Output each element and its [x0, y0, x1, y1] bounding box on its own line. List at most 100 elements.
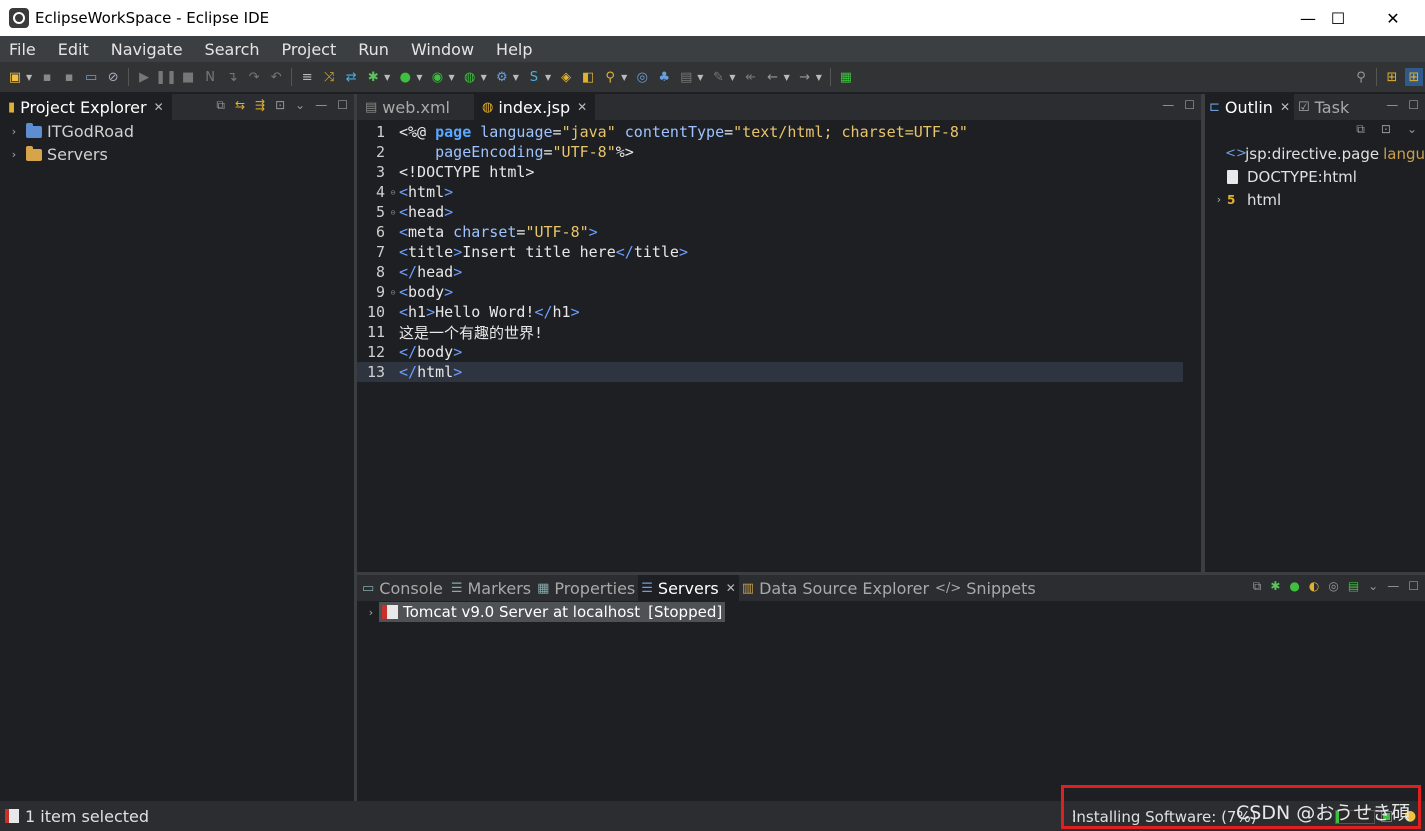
- step-into-icon[interactable]: ↴: [223, 68, 241, 86]
- save-icon[interactable]: ▪: [38, 68, 56, 86]
- minimize-view-icon[interactable]: —: [1162, 98, 1174, 112]
- forward-dropdown-icon[interactable]: ▼: [816, 73, 822, 82]
- save-all-icon[interactable]: ▪: [60, 68, 78, 86]
- server-selection[interactable]: Tomcat v9.0 Server at localhost [Stopped…: [379, 602, 726, 622]
- deploy-icon[interactable]: ♣: [655, 68, 673, 86]
- profile-server-icon[interactable]: ◐: [1309, 579, 1319, 594]
- disconnect-icon[interactable]: N: [201, 68, 219, 86]
- debug-icon[interactable]: ✱: [364, 68, 382, 86]
- tab-web-xml[interactable]: ▤ web.xml: [357, 94, 458, 120]
- menu-file[interactable]: File: [0, 40, 49, 59]
- tab-markers[interactable]: ☰ Markers: [448, 575, 534, 601]
- web-browser-icon[interactable]: ◎: [633, 68, 651, 86]
- tab-console[interactable]: ▭ Console: [357, 575, 448, 601]
- toggle-view-icon[interactable]: ≡: [298, 68, 316, 86]
- maximize-view-icon[interactable]: ☐: [1408, 98, 1419, 112]
- maximize-view-icon[interactable]: ☐: [337, 98, 348, 113]
- menu-run[interactable]: Run: [349, 40, 402, 59]
- tree-item-servers[interactable]: › Servers: [6, 143, 354, 166]
- run-icon[interactable]: ●: [396, 68, 414, 86]
- debug-dropdown-icon[interactable]: ▼: [384, 73, 390, 82]
- terminate-icon[interactable]: ■: [179, 68, 197, 86]
- new-icon[interactable]: ▣: [6, 68, 24, 86]
- server-row[interactable]: › Tomcat v9.0 Server at localhost [Stopp…: [363, 601, 1425, 623]
- menu-edit[interactable]: Edit: [49, 40, 102, 59]
- outline-item-html[interactable]: › 5 html: [1211, 188, 1425, 211]
- forward-icon[interactable]: →: [796, 68, 814, 86]
- refactor-icon[interactable]: ⤨: [320, 68, 338, 86]
- step-return-icon[interactable]: ↶: [267, 68, 285, 86]
- close-tab-icon[interactable]: ✕: [726, 581, 736, 595]
- close-tab-icon[interactable]: ✕: [577, 100, 587, 114]
- progress-label[interactable]: Installing Software: (7%): [1072, 808, 1257, 826]
- new-server-icon[interactable]: ⚙: [493, 68, 511, 86]
- code-area[interactable]: 1 <%@ page language="java" contentType="t…: [357, 122, 1183, 382]
- minimize-view-icon[interactable]: —: [315, 98, 327, 113]
- chevron-right-icon[interactable]: ›: [1211, 193, 1227, 206]
- back-icon[interactable]: ←: [764, 68, 782, 86]
- maximize-view-icon[interactable]: ☐: [1408, 579, 1419, 594]
- run-dropdown-icon[interactable]: ▼: [416, 73, 422, 82]
- minimize-view-icon[interactable]: —: [1387, 579, 1399, 594]
- menu-project[interactable]: Project: [273, 40, 350, 59]
- step-over-icon[interactable]: ↷: [245, 68, 263, 86]
- close-button[interactable]: ✕: [1370, 0, 1416, 36]
- pin-icon[interactable]: ✎: [709, 68, 727, 86]
- start-server-icon[interactable]: ●: [1289, 579, 1299, 594]
- coverage-icon[interactable]: ⇄: [342, 68, 360, 86]
- focus-icon[interactable]: ⊡: [275, 98, 285, 113]
- menu-search[interactable]: Search: [196, 40, 273, 59]
- view-menu-icon[interactable]: ⌄: [1368, 579, 1378, 594]
- menu-window[interactable]: Window: [402, 40, 487, 59]
- run-last-icon[interactable]: ◉: [428, 68, 446, 86]
- fold-toggle-icon[interactable]: ⊖: [387, 188, 399, 197]
- open-task-icon[interactable]: ◧: [579, 68, 597, 86]
- close-tab-icon[interactable]: ✕: [1280, 100, 1290, 114]
- view-menu-icon[interactable]: ⌄: [1407, 122, 1417, 137]
- stop-server-icon[interactable]: ◎: [1328, 579, 1338, 594]
- run-last-dropdown-icon[interactable]: ▼: [448, 73, 454, 82]
- filter-icon[interactable]: ⇶: [255, 98, 265, 113]
- tab-task[interactable]: ☑ Task: [1294, 94, 1353, 120]
- maximize-view-icon[interactable]: ☐: [1184, 98, 1195, 112]
- view-menu-icon[interactable]: ⌄: [295, 98, 305, 113]
- perspective-icon[interactable]: ⊞: [1383, 68, 1401, 86]
- close-tab-icon[interactable]: ✕: [154, 100, 164, 114]
- collapse-all-icon[interactable]: ⧉: [1356, 122, 1365, 137]
- open-perspective-icon[interactable]: ▦: [837, 68, 855, 86]
- back-dropdown-icon[interactable]: ▼: [784, 73, 790, 82]
- resume-icon[interactable]: ▶: [135, 68, 153, 86]
- maximize-button[interactable]: ☐: [1315, 0, 1361, 36]
- suspend-icon[interactable]: ❚❚: [155, 68, 177, 86]
- minimize-view-icon[interactable]: —: [1386, 98, 1398, 112]
- search-icon[interactable]: ⚲: [1352, 68, 1370, 86]
- tab-snippets[interactable]: </> Snippets: [932, 575, 1039, 601]
- tab-servers[interactable]: ☰ Servers ✕: [638, 575, 739, 601]
- fold-toggle-icon[interactable]: ⊖: [387, 208, 399, 217]
- new-class-dropdown-icon[interactable]: ▼: [545, 73, 551, 82]
- skip-breakpoints-icon[interactable]: ⊘: [104, 68, 122, 86]
- tree-item-itgodroad[interactable]: › ITGodRoad: [6, 120, 354, 143]
- tab-project-explorer[interactable]: ▮ Project Explorer ✕: [0, 94, 172, 120]
- new-class-icon[interactable]: S: [525, 68, 543, 86]
- annotation-icon[interactable]: ▤: [677, 68, 695, 86]
- focus-icon[interactable]: ⊡: [1381, 122, 1391, 137]
- chevron-right-icon[interactable]: ›: [6, 148, 22, 161]
- annotation-dropdown-icon[interactable]: ▼: [697, 73, 703, 82]
- tab-data-source-explorer[interactable]: ▥ Data Source Explorer: [739, 575, 932, 601]
- collapse-all-icon[interactable]: ⧉: [216, 98, 225, 113]
- new-server-dropdown-icon[interactable]: ▼: [513, 73, 519, 82]
- tab-properties[interactable]: ▦ Properties: [534, 575, 638, 601]
- outline-item-doctype[interactable]: DOCTYPE:html: [1211, 165, 1425, 188]
- chevron-right-icon[interactable]: ›: [6, 125, 22, 138]
- last-edit-icon[interactable]: ↞: [742, 68, 760, 86]
- search-toolbar-icon[interactable]: ⚲: [601, 68, 619, 86]
- fold-toggle-icon[interactable]: ⊖: [387, 288, 399, 297]
- search-dropdown-icon[interactable]: ▼: [621, 73, 627, 82]
- tab-outline[interactable]: ⊏ Outlin ✕: [1205, 94, 1295, 120]
- new-dropdown-icon[interactable]: ▼: [26, 73, 32, 82]
- menu-help[interactable]: Help: [487, 40, 545, 59]
- terminal-icon[interactable]: ▭: [82, 68, 100, 86]
- link-editor-icon[interactable]: ⇆: [235, 98, 245, 113]
- collapse-all-icon[interactable]: ⧉: [1253, 579, 1262, 594]
